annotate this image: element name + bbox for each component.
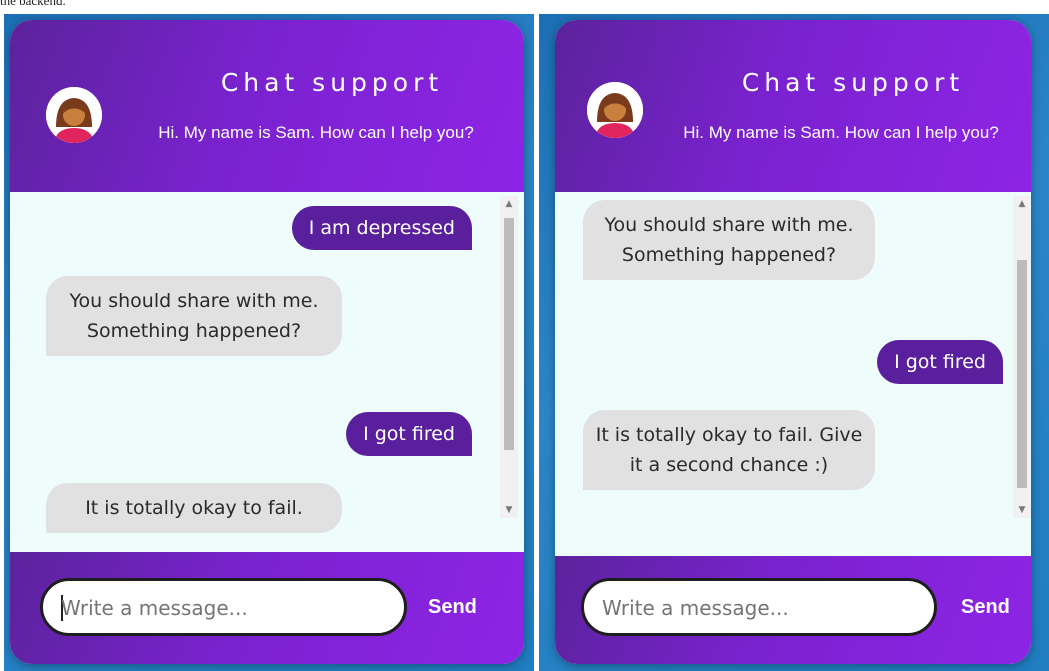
page-text-fragment: the backend. (0, 0, 66, 8)
user-message: I got fired (346, 412, 472, 456)
user-message: I am depressed (291, 206, 472, 250)
avatar (46, 87, 102, 143)
message-input[interactable] (600, 593, 904, 623)
user-message: I got fired (877, 340, 1003, 384)
bot-message: You should share with me. Something happ… (46, 276, 342, 356)
message-input-wrapper[interactable] (40, 578, 407, 636)
chat-greeting: Hi. My name is Sam. How can I help you? (683, 123, 999, 142)
message-input-wrapper[interactable] (581, 578, 937, 636)
message-scrollbar[interactable]: ▲ ▼ (1013, 196, 1031, 518)
chat-title: Chat support (741, 68, 965, 97)
right-screenshot-panel: Chat support Hi. My name is Sam. How can… (539, 14, 1049, 671)
bot-message: It is totally okay to fail. Give it a se… (583, 410, 875, 490)
send-button[interactable]: Send (428, 596, 477, 619)
scroll-down-arrow-icon[interactable]: ▼ (1013, 502, 1031, 518)
chat-widget: Chat support Hi. My name is Sam. How can… (10, 20, 524, 664)
avatar (587, 82, 643, 138)
chat-header: Chat support Hi. My name is Sam. How can… (555, 20, 1031, 192)
chat-greeting: Hi. My name is Sam. How can I help you? (158, 123, 474, 142)
left-screenshot-panel: Chat support Hi. My name is Sam. How can… (4, 14, 534, 671)
message-input[interactable] (59, 593, 363, 623)
scroll-up-arrow-icon[interactable]: ▲ (500, 196, 518, 212)
message-list[interactable]: You should share with me. Something happ… (555, 194, 1031, 554)
chat-footer: Send (555, 556, 1031, 664)
scroll-down-arrow-icon[interactable]: ▼ (500, 502, 518, 518)
message-scrollbar[interactable]: ▲ ▼ (500, 196, 518, 518)
female-support-agent-avatar-icon (587, 82, 643, 138)
scroll-up-arrow-icon[interactable]: ▲ (1013, 196, 1031, 212)
chat-header: Chat support Hi. My name is Sam. How can… (10, 20, 524, 192)
bot-message: You should share with me. Something happ… (583, 200, 875, 280)
message-list[interactable]: I am depressed You should share with me.… (10, 192, 524, 552)
bot-message: It is totally okay to fail. (46, 483, 342, 533)
send-button[interactable]: Send (961, 596, 1010, 619)
scrollbar-thumb[interactable] (504, 218, 514, 450)
chat-title: Chat support (220, 68, 444, 97)
chat-widget: Chat support Hi. My name is Sam. How can… (555, 20, 1031, 664)
chat-footer: Send (10, 552, 524, 664)
female-support-agent-avatar-icon (46, 87, 102, 143)
scrollbar-thumb[interactable] (1017, 260, 1027, 488)
